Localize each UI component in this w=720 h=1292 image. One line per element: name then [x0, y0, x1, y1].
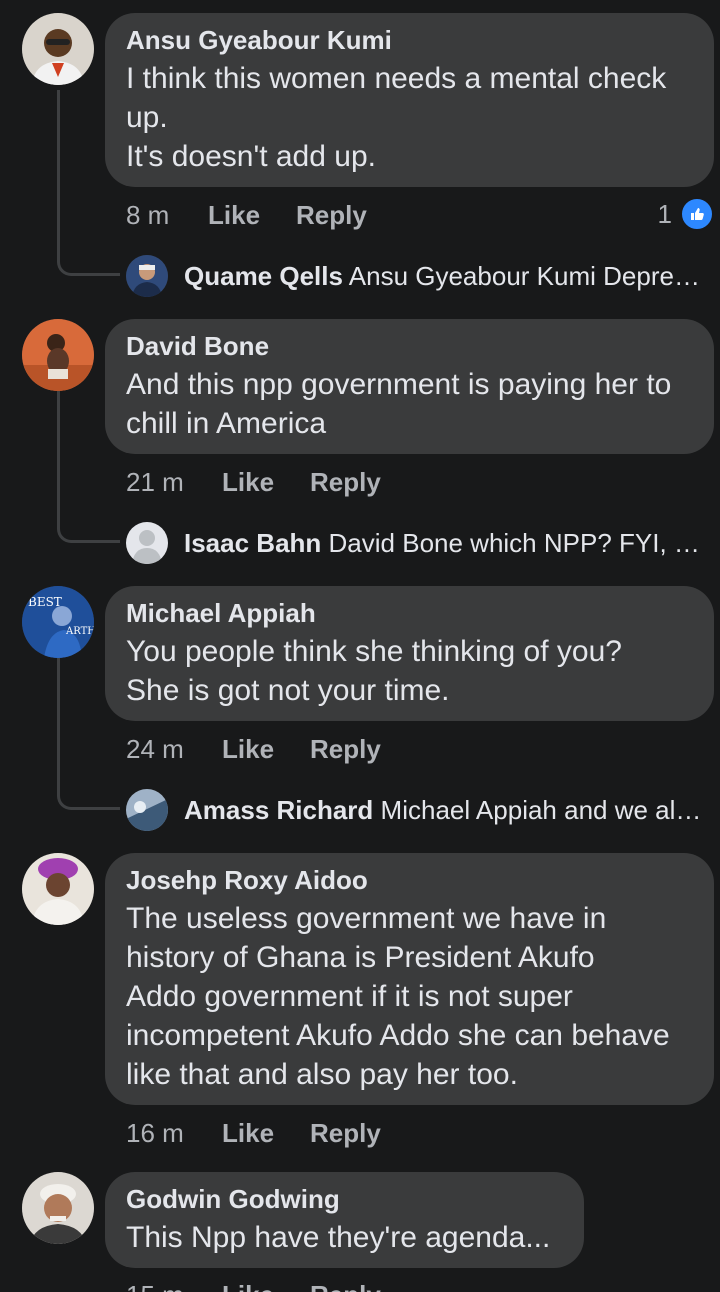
- avatar-ansu[interactable]: [22, 13, 94, 85]
- reply-snippet: Ansu Gyeabour Kumi Depressi...: [348, 261, 704, 291]
- reply-button[interactable]: Reply: [310, 1118, 381, 1148]
- svg-text:ARTH: ARTH: [65, 626, 94, 637]
- reply-author: Amass Richard: [184, 795, 374, 825]
- reply-snippet: David Bone which NPP? FYI, it y...: [328, 528, 704, 558]
- comment-text-line: like that and also pay her too.: [126, 1058, 518, 1091]
- comment-actions: 24 m Like Reply: [126, 734, 381, 764]
- reply-button[interactable]: Reply: [310, 467, 381, 497]
- comment-time[interactable]: 21 m: [126, 467, 222, 497]
- avatar-david[interactable]: [22, 319, 94, 391]
- comment-bubble: Ansu Gyeabour Kumi I think this women ne…: [105, 13, 714, 187]
- like-button[interactable]: Like: [208, 200, 296, 230]
- reply-author: Isaac Bahn: [184, 528, 322, 558]
- comment-time[interactable]: 24 m: [126, 734, 222, 764]
- comment-text-line: She is got not your time.: [126, 674, 450, 707]
- reply-button[interactable]: Reply: [296, 200, 367, 230]
- reply-preview[interactable]: Quame Qells Ansu Gyeabour Kumi Depressi.…: [184, 261, 704, 291]
- comments-feed: Ansu Gyeabour Kumi I think this women ne…: [0, 0, 720, 1292]
- reply-preview[interactable]: Amass Richard Michael Appiah and we als.…: [184, 795, 704, 825]
- comment-time[interactable]: 16 m: [126, 1118, 222, 1148]
- comment-actions: 16 m Like Reply: [126, 1118, 381, 1148]
- reply-button[interactable]: Reply: [310, 1280, 381, 1292]
- comment-bubble: Michael Appiah You people think she thin…: [105, 586, 714, 721]
- reply-preview[interactable]: Isaac Bahn David Bone which NPP? FYI, it…: [184, 528, 704, 558]
- comment-author[interactable]: David Bone: [126, 331, 692, 361]
- reply-button[interactable]: Reply: [310, 734, 381, 764]
- comment-actions: 15 m Like Reply: [126, 1280, 381, 1292]
- reply-snippet: Michael Appiah and we als...: [380, 795, 704, 825]
- like-button[interactable]: Like: [222, 1118, 310, 1148]
- reaction-count: 1: [657, 198, 672, 229]
- comment-time[interactable]: 8 m: [126, 200, 208, 230]
- like-button[interactable]: Like: [222, 1280, 310, 1292]
- like-thumb-icon: [680, 197, 714, 231]
- comment-text-line: up.: [126, 101, 168, 134]
- comment-text-line: history of Ghana is President Akufo: [126, 941, 595, 974]
- avatar-amass[interactable]: [126, 789, 168, 831]
- avatar-quame[interactable]: [126, 255, 168, 297]
- comment-actions: 8 m Like Reply: [126, 200, 367, 230]
- comment-text-line: This Npp have they're agenda...: [126, 1221, 551, 1254]
- reply-author: Quame Qells: [184, 261, 343, 291]
- comment-author[interactable]: Godwin Godwing: [126, 1184, 562, 1214]
- like-button[interactable]: Like: [222, 467, 310, 497]
- comment-author[interactable]: Michael Appiah: [126, 598, 692, 628]
- comment-author[interactable]: Josehp Roxy Aidoo: [126, 865, 692, 895]
- comment-actions: 21 m Like Reply: [126, 467, 381, 497]
- avatar-michael[interactable]: BEST ARTH: [22, 586, 94, 658]
- comment-text-line: Addo government if it is not super: [126, 980, 573, 1013]
- comment-bubble: Godwin Godwing This Npp have they're age…: [105, 1172, 584, 1268]
- comment-author[interactable]: Ansu Gyeabour Kumi: [126, 25, 692, 55]
- like-button[interactable]: Like: [222, 734, 310, 764]
- svg-text:BEST: BEST: [28, 595, 62, 609]
- comment-bubble: Josehp Roxy Aidoo The useless government…: [105, 853, 714, 1105]
- default-avatar-icon[interactable]: [126, 522, 168, 564]
- comment-text-line: You people think she thinking of you?: [126, 635, 622, 668]
- avatar-godwin[interactable]: [22, 1172, 94, 1244]
- comment-time[interactable]: 15 m: [126, 1280, 222, 1292]
- comment-text-line: The useless government we have in: [126, 902, 607, 935]
- comment-text-line: It's doesn't add up.: [126, 140, 376, 173]
- comment-bubble: David Bone And this npp government is pa…: [105, 319, 714, 454]
- comment-text-line: incompetent Akufo Addo she can behave: [126, 1019, 670, 1052]
- comment-text-line: I think this women needs a mental check: [126, 62, 667, 95]
- comment-text-line: chill in America: [126, 407, 327, 440]
- comment-text-line: And this npp government is paying her to: [126, 368, 672, 401]
- avatar-josehp[interactable]: [22, 853, 94, 925]
- reaction-summary[interactable]: 1: [658, 197, 714, 231]
